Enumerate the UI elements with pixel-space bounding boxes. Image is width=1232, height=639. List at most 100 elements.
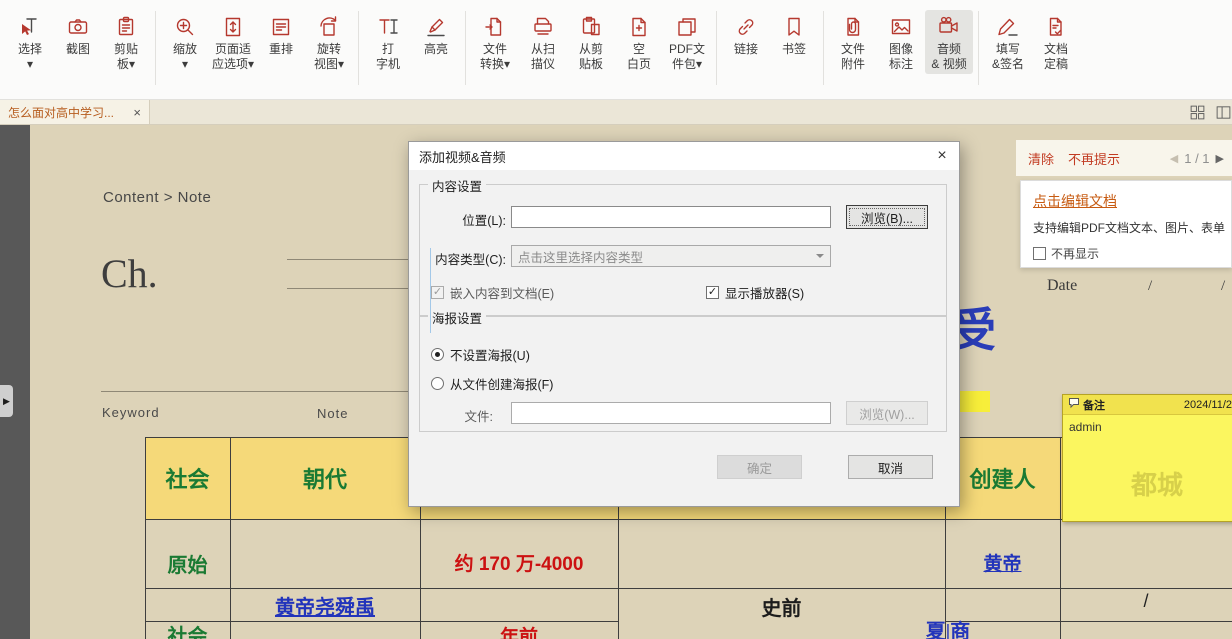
toolbar-label: 重排 bbox=[269, 42, 293, 57]
toolbar-button-from-scanner[interactable]: 从扫 描仪 bbox=[519, 10, 567, 74]
toolbar-label: 剪贴 bbox=[114, 42, 138, 57]
select-cursor-icon bbox=[18, 12, 42, 42]
toolbar-button-image-annotation[interactable]: 图像 标注 bbox=[877, 10, 925, 74]
toolbar-label: 标注 bbox=[889, 57, 913, 72]
sticky-note-annotation[interactable]: 备注 2024/11/2 admin 都城 bbox=[1062, 394, 1232, 522]
toolbar-label: 页面适 bbox=[215, 42, 251, 57]
show-player-row: ✓ 显示播放器(S) bbox=[706, 283, 804, 302]
ok-button[interactable]: 确定 bbox=[717, 455, 802, 479]
toolbar-button-zoom[interactable]: 缩放 ▾ bbox=[161, 10, 209, 74]
doc-date-label: Date bbox=[1047, 277, 1077, 295]
toolbar-label: 选择 bbox=[18, 42, 42, 57]
table-cell-founder-link[interactable]: 黄帝 bbox=[945, 549, 1060, 576]
table-cell-dynasty-link[interactable]: 黄帝尧舜禹 bbox=[230, 591, 420, 620]
embed-content-label: 嵌入内容到文档(E) bbox=[450, 283, 554, 302]
toolbar-button-file-convert[interactable]: 文件 转换▾ bbox=[471, 10, 519, 74]
embed-content-checkbox[interactable]: ✓ bbox=[431, 286, 444, 299]
toolbar-label: 链接 bbox=[734, 42, 758, 57]
content-type-dropdown[interactable]: 点击这里选择内容类型 bbox=[511, 245, 831, 267]
toolbar-label: 从扫 bbox=[531, 42, 555, 57]
no-poster-radio[interactable] bbox=[431, 348, 444, 361]
toolbar-label: 应选项▾ bbox=[212, 57, 254, 72]
left-panel-strip bbox=[0, 124, 30, 639]
toolbar-separator bbox=[716, 11, 717, 85]
toolbar-button-fit-options[interactable]: 页面适 应选项▾ bbox=[209, 10, 257, 74]
notification-bar: 清除 不再提示 ◀ 1 / 1 ▶ bbox=[1016, 140, 1232, 176]
toolbar-label: 板▾ bbox=[117, 57, 135, 72]
toolbar-button-select[interactable]: 选择 ▾ bbox=[6, 10, 54, 74]
add-video-audio-dialog: 添加视频&音频 × 内容设置 位置(L): 浏览(B)... 内容类型(C): … bbox=[408, 141, 960, 507]
toolbar-button-clipboard[interactable]: 剪贴 板▾ bbox=[102, 10, 150, 74]
from-file-poster-row: 从文件创建海报(F) bbox=[431, 374, 553, 393]
toolbar-label: 描仪 bbox=[531, 57, 555, 72]
layout-view-icon[interactable] bbox=[1215, 104, 1232, 121]
fit-page-icon bbox=[221, 12, 245, 42]
no-poster-row: 不设置海报(U) bbox=[431, 345, 530, 364]
toolbar-button-screenshot[interactable]: 截图 bbox=[54, 10, 102, 59]
next-page-icon[interactable]: ▶ bbox=[1216, 152, 1224, 165]
edit-document-tip: 点击编辑文档 支持编辑PDF文档文本、图片、表单 不再显示 bbox=[1020, 180, 1232, 268]
typewriter-icon bbox=[376, 12, 400, 42]
edit-tip-description: 支持编辑PDF文档文本、图片、表单 bbox=[1033, 219, 1219, 236]
cancel-button[interactable]: 取消 bbox=[848, 455, 933, 479]
location-input[interactable] bbox=[511, 206, 831, 228]
chevron-down-icon bbox=[816, 254, 824, 262]
pdf-editor-window: 选择 ▾ 截图 剪贴 板▾ 缩放 ▾ 页面适 应选项▾ 重排 bbox=[0, 0, 1232, 639]
dialog-close-icon[interactable]: × bbox=[925, 142, 959, 170]
highlight-pencil-icon bbox=[424, 12, 448, 42]
toolbar-button-typewriter[interactable]: 打 字机 bbox=[364, 10, 412, 74]
thumbnail-view-icon[interactable] bbox=[1189, 104, 1206, 121]
from-clipboard-icon bbox=[579, 12, 603, 42]
toolbar-button-reflow[interactable]: 重排 bbox=[257, 10, 305, 59]
toolbar-label: 转换▾ bbox=[480, 57, 510, 72]
poster-file-input[interactable] bbox=[511, 402, 831, 424]
browse-poster-button[interactable]: 浏览(W)... bbox=[846, 401, 928, 425]
expand-arrow-icon: ▶ bbox=[3, 396, 10, 407]
toolbar-label: 文件 bbox=[483, 42, 507, 57]
pdf-package-icon bbox=[675, 12, 699, 42]
toolbar-button-link[interactable]: 链接 bbox=[722, 10, 770, 59]
toolbar-button-blank-page[interactable]: 空 白页 bbox=[615, 10, 663, 74]
toolbar-separator bbox=[465, 11, 466, 85]
prev-page-icon[interactable]: ◀ bbox=[1170, 152, 1178, 165]
edit-document-link[interactable]: 点击编辑文档 bbox=[1033, 193, 1117, 209]
toolbar-button-bookmark[interactable]: 书签 bbox=[770, 10, 818, 59]
file-label: 文件: bbox=[461, 406, 493, 425]
toolbar-button-highlight[interactable]: 高亮 bbox=[412, 10, 460, 59]
toolbar-button-from-clipboard[interactable]: 从剪 贴板 bbox=[567, 10, 615, 74]
toolbar-separator bbox=[823, 11, 824, 85]
toolbar-button-doc-finalize[interactable]: 文档 定稿 bbox=[1032, 10, 1080, 74]
doc-note-label: Note bbox=[317, 406, 348, 421]
toolbar-label: 截图 bbox=[66, 42, 90, 57]
table-cell-dynasty-blue: 夏|商 bbox=[908, 615, 988, 639]
document-tab[interactable]: 怎么面对高中学习... × bbox=[0, 100, 150, 124]
attachment-icon bbox=[841, 12, 865, 42]
toolbar-button-file-attachment[interactable]: 文件 附件 bbox=[829, 10, 877, 74]
show-player-checkbox[interactable]: ✓ bbox=[706, 286, 719, 299]
toolbar-button-fill-sign[interactable]: 填写 &签名 bbox=[984, 10, 1032, 74]
doc-keyword-label: Keyword bbox=[102, 405, 160, 420]
location-label: 位置(L): bbox=[433, 210, 506, 229]
clear-button[interactable]: 清除 bbox=[1028, 149, 1054, 168]
dont-show-checkbox[interactable] bbox=[1033, 247, 1046, 260]
sticky-note-header: 备注 2024/11/2 bbox=[1063, 395, 1232, 415]
from-file-poster-radio[interactable] bbox=[431, 377, 444, 390]
dialog-title-bar[interactable]: 添加视频&音频 × bbox=[409, 142, 959, 170]
toolbar-label: 空 bbox=[633, 42, 645, 57]
embed-content-row: ✓ 嵌入内容到文档(E) bbox=[431, 283, 554, 302]
browse-location-button[interactable]: 浏览(B)... bbox=[846, 205, 928, 229]
dont-remind-button[interactable]: 不再提示 bbox=[1068, 149, 1120, 168]
tab-close-icon[interactable]: × bbox=[133, 105, 141, 120]
toolbar-label: 缩放 bbox=[173, 42, 197, 57]
toolbar-label: 文件 bbox=[841, 42, 865, 57]
link-icon bbox=[734, 12, 758, 42]
toolbar-button-audio-video[interactable]: 音频 & 视频 bbox=[925, 10, 973, 74]
toolbar-button-rotate-view[interactable]: 旋转 视图▾ bbox=[305, 10, 353, 74]
toolbar-button-pdf-package[interactable]: PDF文 件包▾ bbox=[663, 10, 711, 74]
content-settings-legend: 内容设置 bbox=[428, 176, 486, 195]
toolbar-label: 高亮 bbox=[424, 42, 448, 57]
sticky-note-date: 2024/11/2 bbox=[1184, 399, 1232, 411]
scanner-icon bbox=[531, 12, 555, 42]
no-poster-label: 不设置海报(U) bbox=[450, 345, 530, 364]
panel-expand-toggle[interactable]: ▶ bbox=[0, 385, 13, 417]
